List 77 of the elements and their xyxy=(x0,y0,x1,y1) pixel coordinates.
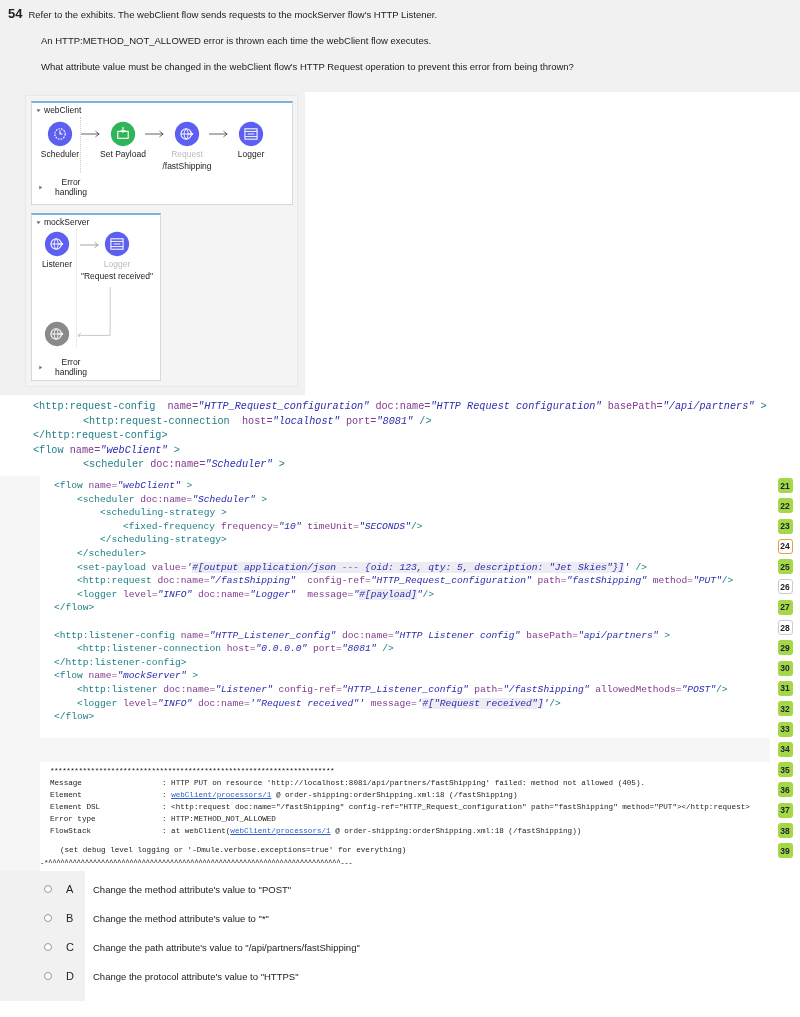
code-line: <fixed-frequency frequency="10" timeUnit="SECONDS"/> xyxy=(123,519,423,534)
line-number: 34 xyxy=(777,741,793,757)
question-text: An HTTP:METHOD_NOT_ALLOWED error is thrown each time the webClient flow executes. xyxy=(41,34,433,47)
node-label: Logger xyxy=(103,259,131,269)
code-line: <logger level="INFO" doc:name="Logger" message="#[payload]"/> xyxy=(77,587,434,602)
node-label: Logger xyxy=(237,149,265,159)
code-line: </http:listener-config> xyxy=(54,655,187,670)
line-number: 39 xyxy=(777,843,793,859)
expand-icon[interactable] xyxy=(36,219,41,225)
expand-icon[interactable] xyxy=(36,107,41,113)
option-letter: A xyxy=(66,883,75,895)
option-letter: C xyxy=(66,941,75,953)
question-number: 54 xyxy=(8,6,23,21)
code-line: <flow name="webClient" > xyxy=(33,443,180,458)
error-handling-label: Error handling xyxy=(53,177,89,197)
code-line: <http:request doc:name="/fastShipping" config-ref="HTTP_Request_configuration" path="fastShipping" method="PUT"/> xyxy=(77,574,734,588)
code-line: </http:request-config> xyxy=(33,429,168,443)
code-line: <http:listener doc:name="Listener" config-ref="HTTP_Listener_config" path="/fastShipping" allowedMethods="POST"/> xyxy=(77,682,728,697)
question-text: Refer to the exhibits. The webClient flow sends requests to the mockServer flow's HTTP Listener. xyxy=(28,9,438,21)
line-number: 38 xyxy=(777,823,793,839)
line-number: 24 xyxy=(777,538,793,554)
option-text[interactable]: Change the path attribute's value to "/api/partners/fastShipping" xyxy=(93,941,360,953)
line-number: 26 xyxy=(777,579,793,595)
node-label: Set Payload xyxy=(100,149,146,159)
flow-title: mockServer xyxy=(44,217,90,227)
arrow xyxy=(145,130,165,138)
line-number: 32 xyxy=(777,701,793,717)
line-number: 33 xyxy=(777,721,793,737)
code-line: </scheduling-strategy> xyxy=(100,533,227,547)
code-line: </flow> xyxy=(54,710,95,724)
line-number: 29 xyxy=(777,640,793,656)
arrow xyxy=(209,130,229,138)
code-line: <scheduler doc:name="Scheduler" > xyxy=(83,458,285,472)
code-line: <scheduling-strategy > xyxy=(100,506,227,520)
node-caption: /fastShipping xyxy=(162,161,212,171)
expand-icon[interactable] xyxy=(38,364,43,370)
code-line: <scheduler doc:name="Scheduler" > xyxy=(77,492,268,507)
expand-icon[interactable] xyxy=(38,184,43,190)
code-line: <http:request-connection host="localhost" port="8081" /> xyxy=(83,414,432,429)
option-letter: B xyxy=(66,912,75,924)
node-label: Scheduler xyxy=(40,149,80,159)
question-text: What attribute value must be changed in the webClient flow's HTTP Request operation to prevent this error from being thrown? xyxy=(41,60,575,73)
radio-button[interactable] xyxy=(44,885,52,893)
option-text[interactable]: Change the method attribute's value to "POST" xyxy=(93,883,292,895)
line-number: 21 xyxy=(777,478,793,493)
code-line: <logger level="INFO" doc:name='"Request received"' message='#["Request received"]'/> xyxy=(77,696,561,711)
node-label: Listener xyxy=(41,259,73,269)
radio-button[interactable] xyxy=(44,914,52,922)
line-number: 22 xyxy=(777,498,793,514)
line-number: 35 xyxy=(777,762,793,778)
line-number: 28 xyxy=(777,620,793,636)
line-number: 31 xyxy=(777,680,793,696)
node-label: Request xyxy=(171,149,203,159)
arrow xyxy=(81,130,101,138)
flow-title: webClient xyxy=(44,105,82,115)
code-line: <http:listener-config name="HTTP_Listener_config" doc:name="HTTP Listener config" basePath="api/partners" > xyxy=(54,628,671,643)
line-number: 36 xyxy=(777,782,793,798)
arrow xyxy=(80,241,100,249)
radio-button[interactable] xyxy=(44,943,52,951)
code-line: </scheduler> xyxy=(77,546,147,561)
line-number: 25 xyxy=(777,559,793,575)
node-caption: "Request received" xyxy=(80,271,154,281)
radio-button[interactable] xyxy=(44,972,52,980)
code-line: <set-payload value='#[output application/json --- {oid: 123, qty: 5, description: "Jet Skies"}]' /> xyxy=(77,560,647,575)
code-line: <flow name="mockServer" > xyxy=(54,669,198,683)
code-line: <flow name="webClient" > xyxy=(54,479,193,493)
code-line: <http:request-config name="HTTP_Request_configuration" doc:name="HTTP Request configuration" basePath="/api/partners" > xyxy=(33,400,767,414)
code-line: </flow> xyxy=(54,601,95,615)
code-line: <http:listener-connection host="0.0.0.0" port="8081" /> xyxy=(77,642,394,656)
option-text[interactable]: Change the method attribute's value to "*" xyxy=(93,912,269,924)
option-letter: D xyxy=(66,970,75,982)
line-number: 30 xyxy=(777,660,793,676)
line-number: 37 xyxy=(777,802,793,818)
error-handling-label: Error handling xyxy=(53,357,89,377)
line-number: 23 xyxy=(777,518,793,534)
line-number: 27 xyxy=(777,599,793,615)
option-text[interactable]: Change the protocol attribute's value to "HTTPS" xyxy=(93,970,299,982)
